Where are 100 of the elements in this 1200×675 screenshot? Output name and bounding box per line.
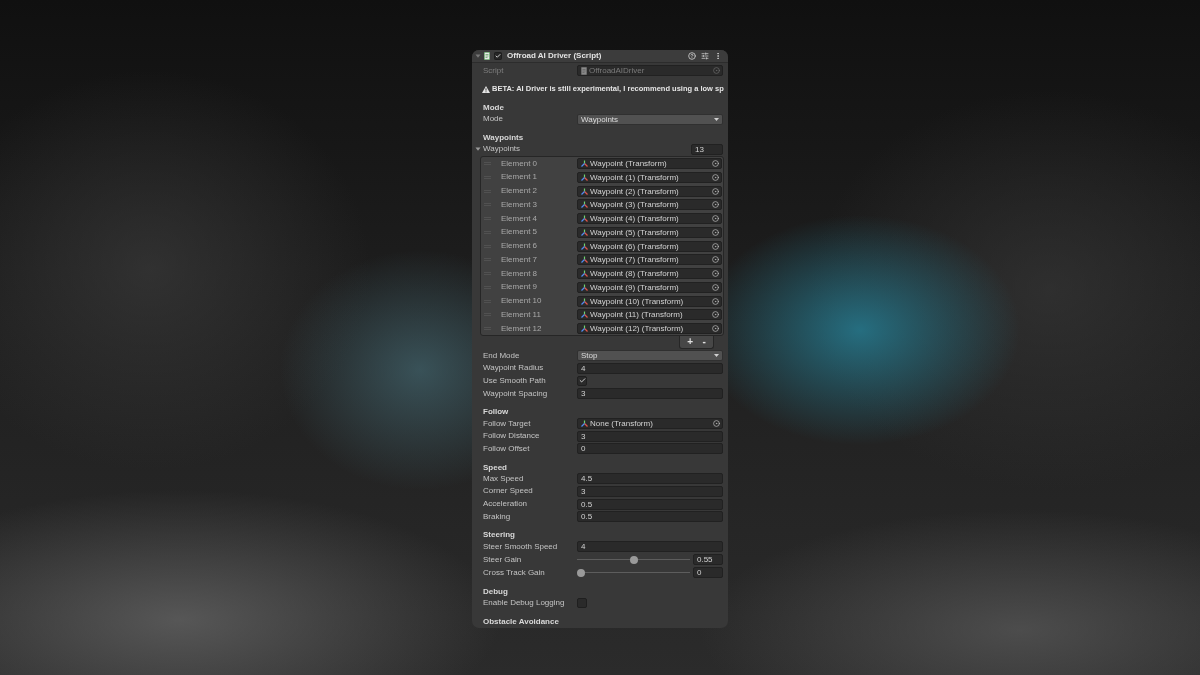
- remove-button[interactable]: -: [700, 337, 708, 348]
- object-field[interactable]: Waypoint (9) (Transform): [577, 281, 722, 293]
- number-field[interactable]: 3: [577, 430, 723, 442]
- element-label: Element 1: [501, 172, 539, 183]
- sliders-icon[interactable]: [701, 52, 709, 60]
- section-heading: Debug: [483, 585, 509, 597]
- kebab-menu-icon[interactable]: [714, 52, 722, 60]
- field-label: Follow Target: [483, 418, 532, 429]
- element-label: Element 8: [501, 268, 539, 279]
- object-picker-button[interactable]: [709, 282, 721, 292]
- checkbox[interactable]: [577, 597, 587, 608]
- field-label: Max Speed: [483, 473, 525, 484]
- transform-axes-icon: [581, 242, 588, 250]
- object-picker-button[interactable]: [709, 172, 721, 182]
- checkmark-icon: [495, 53, 501, 59]
- field-label: Use Smooth Path: [483, 375, 547, 386]
- object-picker-button[interactable]: [709, 214, 721, 224]
- transform-axes-icon: [581, 160, 588, 168]
- object-picker-button[interactable]: [709, 324, 721, 334]
- transform-axes-icon: [581, 201, 588, 209]
- transform-axes-icon: [581, 215, 588, 223]
- transform-axes-icon: [581, 187, 588, 195]
- field-label: Corner Speed: [483, 486, 534, 497]
- object-field[interactable]: Waypoint (12) (Transform): [577, 323, 722, 335]
- object-field[interactable]: Waypoint (10) (Transform): [577, 295, 722, 307]
- section-heading: Follow: [483, 406, 510, 418]
- slider-thumb[interactable]: [577, 568, 585, 577]
- object-picker-button[interactable]: [709, 186, 721, 196]
- number-field[interactable]: 0: [577, 443, 723, 455]
- number-field[interactable]: 4: [577, 541, 723, 553]
- object-picker-button[interactable]: [709, 200, 721, 210]
- object-field[interactable]: None (Transform): [577, 418, 723, 430]
- object-field[interactable]: Waypoint (3) (Transform): [577, 199, 722, 211]
- object-picker-button[interactable]: [709, 227, 721, 237]
- object-picker-button[interactable]: [709, 159, 721, 169]
- number-field[interactable]: 0: [693, 567, 723, 579]
- foldout-arrow-icon[interactable]: [475, 53, 481, 59]
- element-label: Element 12: [501, 323, 543, 334]
- element-label: Element 5: [501, 227, 539, 238]
- element-label: Element 6: [501, 241, 539, 252]
- script-field: OffroadAIDriver: [577, 65, 723, 76]
- field-label: Enable Debug Logging: [483, 597, 566, 608]
- field-label: Mode: [483, 114, 504, 125]
- object-field[interactable]: Waypoint (Transform): [577, 158, 722, 170]
- object-field[interactable]: Waypoint (1) (Transform): [577, 171, 722, 183]
- field-label: Steer Gain: [483, 554, 523, 565]
- section-heading: Mode: [483, 102, 505, 113]
- caret-icon: [714, 117, 719, 121]
- object-field[interactable]: Waypoint (7) (Transform): [577, 254, 722, 266]
- element-label: Element 10: [501, 296, 543, 307]
- transform-axes-icon: [581, 173, 588, 181]
- field-label: Braking: [483, 511, 512, 522]
- transform-axes-icon: [581, 325, 588, 333]
- transform-axes-icon: [581, 420, 588, 428]
- object-picker-button[interactable]: [709, 310, 721, 320]
- warning-icon: [482, 85, 490, 93]
- number-field[interactable]: 0.55: [693, 554, 723, 566]
- object-picker-button[interactable]: [709, 269, 721, 279]
- checkbox[interactable]: [577, 375, 587, 386]
- script-file-icon: [581, 66, 587, 75]
- element-label: Element 3: [501, 199, 539, 210]
- dropdown[interactable]: Stop: [577, 350, 723, 362]
- object-picker-button[interactable]: [710, 419, 722, 429]
- field-label: Waypoint Spacing: [483, 388, 549, 399]
- checkmark-icon: [578, 377, 586, 385]
- number-field[interactable]: 4: [577, 362, 723, 374]
- section-heading: Speed: [483, 461, 508, 473]
- section-heading: Waypoints: [483, 132, 525, 144]
- array-size-field[interactable]: 13: [691, 143, 723, 155]
- transform-axes-icon: [581, 270, 588, 278]
- object-picker-button[interactable]: [709, 296, 721, 306]
- field-label: Steer Smooth Speed: [483, 541, 559, 552]
- field-label: Follow Distance: [483, 431, 541, 442]
- checkbox[interactable]: [494, 52, 502, 60]
- object-field[interactable]: Waypoint (6) (Transform): [577, 240, 722, 252]
- object-picker-button[interactable]: [709, 241, 721, 251]
- object-field[interactable]: Waypoint (11) (Transform): [577, 309, 722, 321]
- number-field[interactable]: 3: [577, 486, 723, 497]
- object-field[interactable]: Waypoint (8) (Transform): [577, 268, 722, 280]
- foldout-arrow-icon[interactable]: [475, 146, 481, 153]
- field-label[interactable]: Waypoints: [483, 144, 521, 155]
- number-field[interactable]: 0.5: [577, 511, 723, 523]
- number-field[interactable]: 3: [577, 388, 723, 399]
- help-icon[interactable]: [688, 52, 696, 60]
- add-button[interactable]: +: [685, 337, 696, 348]
- element-label: Element 11: [501, 309, 542, 320]
- field-label: Follow Offset: [483, 443, 531, 454]
- object-field[interactable]: Waypoint (2) (Transform): [577, 185, 722, 197]
- number-field[interactable]: 4.5: [577, 473, 723, 485]
- number-field[interactable]: 0.5: [577, 498, 723, 510]
- object-field[interactable]: Waypoint (4) (Transform): [577, 213, 722, 225]
- section-heading: Steering: [483, 529, 516, 541]
- element-label: Element 7: [501, 254, 539, 265]
- dropdown[interactable]: Waypoints: [577, 113, 723, 125]
- slider-thumb[interactable]: [629, 555, 638, 564]
- transform-axes-icon: [581, 297, 588, 305]
- caret-icon: [714, 354, 719, 358]
- transform-axes-icon: [581, 256, 588, 264]
- object-field[interactable]: Waypoint (5) (Transform): [577, 226, 722, 238]
- object-picker-button[interactable]: [709, 255, 721, 265]
